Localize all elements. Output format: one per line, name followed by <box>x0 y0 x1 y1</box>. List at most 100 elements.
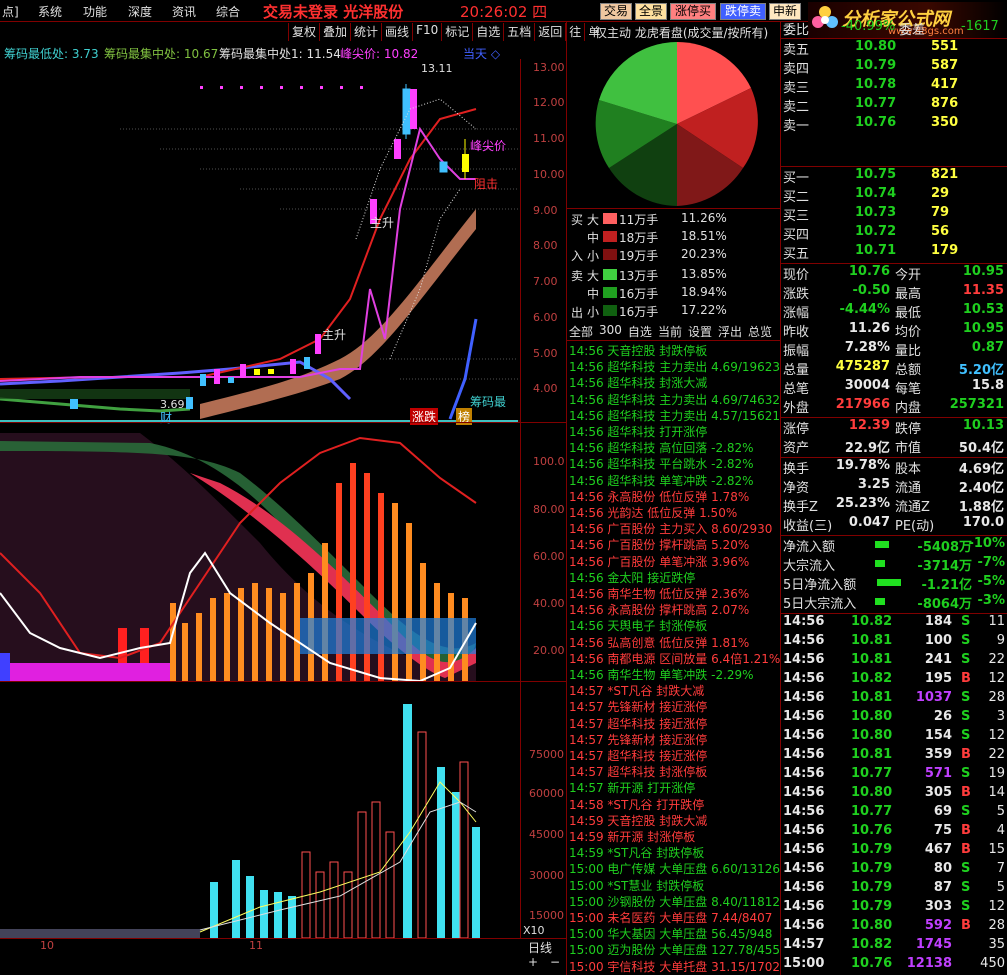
radar-news-item[interactable]: 14:56 弘高创意 低位反弹 1.81% <box>569 634 780 650</box>
toolbar-fuquan[interactable]: 复权 <box>288 23 319 41</box>
radar-news-item[interactable]: 14:57 先锋新材 接近涨停 <box>569 731 780 747</box>
toolbar-mark[interactable]: 标记 <box>441 23 472 41</box>
order-level[interactable]: 卖三 10.78 417 <box>781 77 1007 96</box>
radar-news-item[interactable]: 14:56 南华生物 单笔冲跌 -2.29% <box>569 666 780 682</box>
order-level[interactable]: 买五 10.71 179 <box>781 243 1007 262</box>
panorama-button[interactable]: 全景 <box>635 3 667 20</box>
radar-news-item[interactable]: 15:00 电广传媒 大单压盘 6.60/13126 <box>569 860 780 876</box>
ipo-button[interactable]: 申新 <box>769 3 801 20</box>
tick-time: 15:00 <box>783 956 825 971</box>
zoom-out-button[interactable]: − <box>550 955 560 969</box>
radar-news-item[interactable]: 14:56 超华科技 平台跳水 -2.82% <box>569 455 780 471</box>
flow-tab-overview[interactable]: 总览 <box>748 323 772 340</box>
zoom-in-button[interactable]: + <box>528 955 538 969</box>
order-level[interactable]: 买三 10.73 79 <box>781 205 1007 224</box>
level-volume: 587 <box>931 58 959 73</box>
oscillator-chart[interactable] <box>0 423 520 681</box>
radar-news-item[interactable]: 14:56 超华科技 高位回落 -2.82% <box>569 439 780 455</box>
toolbar-five-levels[interactable]: 五档 <box>503 23 534 41</box>
tick-direction: B <box>961 842 971 857</box>
period-daily-button[interactable]: 日线 <box>528 939 552 956</box>
radar-news-item[interactable]: 14:56 超华科技 打开涨停 <box>569 423 780 439</box>
flow-tab-float[interactable]: 浮出 <box>718 323 742 340</box>
radar-news-item[interactable]: 14:59 新开源 封涨停板 <box>569 828 780 844</box>
tick-price: 10.80 <box>851 918 893 933</box>
stat-row: 净资 3.25 流通 2.40亿 <box>781 477 1007 496</box>
radar-news-item[interactable]: 14:57 新开源 打开涨停 <box>569 779 780 795</box>
radar-news-item[interactable]: 14:56 天舆电子 封涨停板 <box>569 617 780 633</box>
radar-news-item[interactable]: 14:56 天音控股 封跌停板 <box>569 342 780 358</box>
flow-tab-settings[interactable]: 设置 <box>688 323 712 340</box>
price-chart[interactable] <box>0 59 520 422</box>
radar-news-item[interactable]: 14:57 超华科技 接近涨停 <box>569 715 780 731</box>
stat-value: 10.95 <box>962 264 1004 279</box>
toolbar-f10[interactable]: F10 <box>412 23 441 41</box>
radar-news-item[interactable]: 14:59 天音控股 封跌大减 <box>569 812 780 828</box>
radar-news-item[interactable]: 14:56 广百股份 主力买入 8.60/2930 <box>569 520 780 536</box>
news-event: 接近跌停 <box>647 570 696 585</box>
radar-news-item[interactable]: 14:56 永高股份 低位反弹 1.78% <box>569 488 780 504</box>
radar-news-item[interactable]: 15:00 华大基因 大单压盘 56.45/948 <box>569 925 780 941</box>
menu-item-info[interactable]: 资讯 <box>172 3 196 20</box>
limit-up-buy-button[interactable]: 涨停买 <box>670 3 716 20</box>
radar-news-item[interactable]: 14:56 超华科技 单笔冲跌 -2.82% <box>569 472 780 488</box>
radar-news-item[interactable]: 14:58 *ST凡谷 打开跌停 <box>569 796 780 812</box>
order-level[interactable]: 卖一 10.76 350 <box>781 115 1007 134</box>
radar-news-item[interactable]: 14:57 超华科技 接近涨停 <box>569 747 780 763</box>
toolbar-draw[interactable]: 画线 <box>381 23 412 41</box>
osc-tick: 80.00 <box>533 503 565 516</box>
radar-news-item[interactable]: 14:57 *ST凡谷 封跌大减 <box>569 682 780 698</box>
radar-news-item[interactable]: 15:00 *ST慧业 封跌停板 <box>569 877 780 893</box>
level-price: 10.71 <box>855 243 897 258</box>
radar-news-item[interactable]: 15:00 沙钢股份 大单压盘 8.40/11812 <box>569 893 780 909</box>
tick-row: 14:56 10.80 305 B 14 <box>781 785 1007 804</box>
radar-news-item[interactable]: 14:57 先锋新材 接近涨停 <box>569 698 780 714</box>
toolbar-stats[interactable]: 统计 <box>350 23 381 41</box>
order-level[interactable]: 买四 10.72 56 <box>781 224 1007 243</box>
toolbar-watchlist[interactable]: 自选 <box>472 23 503 41</box>
level-price: 10.74 <box>855 186 897 201</box>
menu-item-points[interactable]: 点] <box>2 3 19 20</box>
radar-news-item[interactable]: 15:00 未名医药 大单压盘 7.44/8407 <box>569 909 780 925</box>
flow-tab-all[interactable]: 全部 <box>569 323 593 340</box>
flow-tab-watchlist[interactable]: 自选 <box>628 323 652 340</box>
radar-news-item[interactable]: 14:56 广百股份 单笔冲涨 3.96% <box>569 553 780 569</box>
radar-news-item[interactable]: 15:00 宇信科技 大单托盘 31.15/1702 <box>569 958 780 974</box>
radar-news-item[interactable]: 14:56 超华科技 主力卖出 4.69/19623 <box>569 358 780 374</box>
order-level[interactable]: 买一 10.75 821 <box>781 167 1007 186</box>
order-level[interactable]: 卖四 10.79 587 <box>781 58 1007 77</box>
radar-news-item[interactable]: 14:57 超华科技 封涨停板 <box>569 763 780 779</box>
limit-down-sell-button[interactable]: 跌停卖 <box>720 3 766 20</box>
radar-news-item[interactable]: 14:56 南都电源 区间放量 6.4倍1.21% <box>569 650 780 666</box>
toolbar-overlay[interactable]: 叠加 <box>319 23 350 41</box>
order-level[interactable]: 买二 10.74 29 <box>781 186 1007 205</box>
menu-item-function[interactable]: 功能 <box>83 3 107 20</box>
radar-news-item[interactable]: 15:00 迈为股份 大单压盘 127.78/455 <box>569 941 780 957</box>
toolbar-back[interactable]: 返回 <box>534 23 565 41</box>
menu-item-depth[interactable]: 深度 <box>128 3 152 20</box>
tick-count: 11 <box>988 614 1005 629</box>
radar-news-item[interactable]: 14:56 南华生物 低位反弹 2.36% <box>569 585 780 601</box>
flow-tab-300[interactable]: 300 <box>599 323 622 340</box>
radar-news-item[interactable]: 14:56 金太阳 接近跌停 <box>569 569 780 585</box>
news-time: 14:57 <box>569 700 604 715</box>
radar-news-item[interactable]: 14:56 光韵达 低位反弹 1.50% <box>569 504 780 520</box>
tick-volume: 1745 <box>915 937 952 952</box>
radar-news-item[interactable]: 14:56 超华科技 主力卖出 4.57/15621 <box>569 407 780 423</box>
radar-news-item[interactable]: 14:59 *ST凡谷 封跌停板 <box>569 844 780 860</box>
tick-volume: 69 <box>933 804 952 819</box>
order-level[interactable]: 卖五 10.80 551 <box>781 39 1007 58</box>
menu-item-system[interactable]: 系统 <box>38 3 62 20</box>
level-volume: 179 <box>931 243 959 258</box>
trade-button[interactable]: 交易 <box>600 3 632 20</box>
volume-chart[interactable] <box>0 682 520 938</box>
radar-news-item[interactable]: 14:56 永高股份 撑杆跳高 2.07% <box>569 601 780 617</box>
order-level[interactable]: 卖二 10.77 876 <box>781 96 1007 115</box>
pie-header[interactable]: 仅主动 龙虎看盘(成交量/按所有) <box>595 24 768 41</box>
menu-item-general[interactable]: 综合 <box>216 3 240 20</box>
radar-news-item[interactable]: 14:56 超华科技 封涨大减 <box>569 374 780 390</box>
radar-news-item[interactable]: 14:56 超华科技 主力卖出 4.69/74632 <box>569 391 780 407</box>
radar-news-item[interactable]: 14:56 广百股份 撑杆跳高 5.20% <box>569 536 780 552</box>
news-stock: 光韵达 <box>607 506 644 520</box>
flow-tab-current[interactable]: 当前 <box>658 323 682 340</box>
